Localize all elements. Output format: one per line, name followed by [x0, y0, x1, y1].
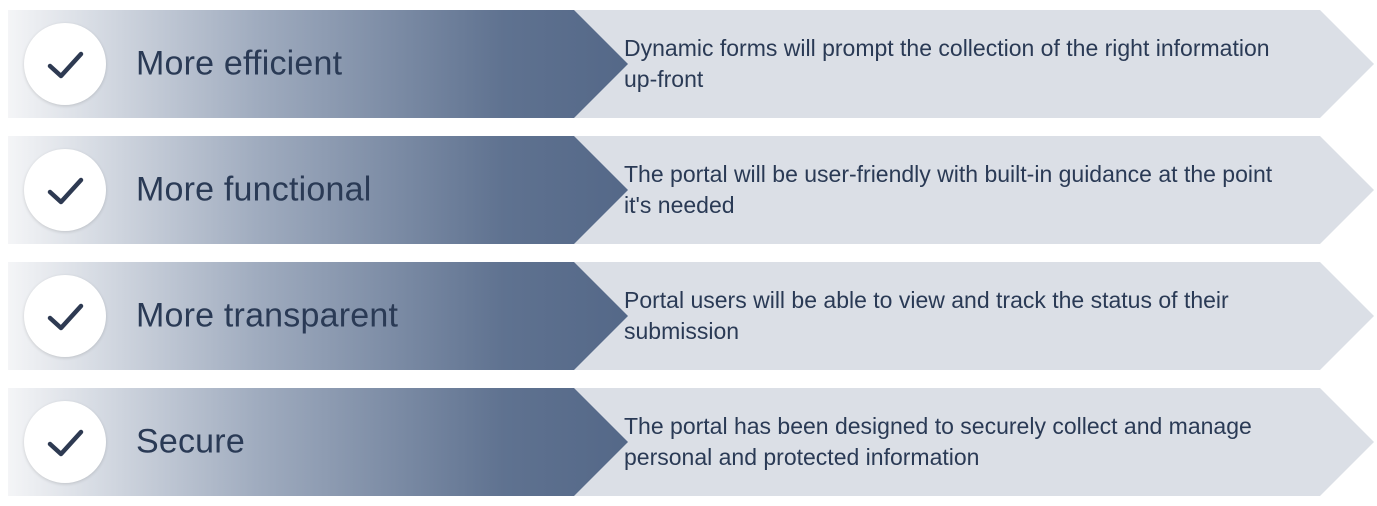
benefit-row: Dynamic forms will prompt the collection… [4, 10, 1377, 118]
check-icon [40, 291, 90, 341]
benefit-title-bar: More efficient [8, 10, 628, 118]
check-badge [24, 275, 106, 357]
benefit-desc: Dynamic forms will prompt the collection… [624, 33, 1294, 95]
check-icon [40, 39, 90, 89]
check-badge [24, 149, 106, 231]
benefit-title-bar: More transparent [8, 262, 628, 370]
benefit-row: The portal will be user-friendly with bu… [4, 136, 1377, 244]
benefit-title: More efficient [136, 45, 342, 84]
benefit-row: The portal has been designed to securely… [4, 388, 1377, 496]
benefit-title: More functional [136, 171, 371, 210]
benefit-desc: The portal has been designed to securely… [624, 411, 1294, 473]
benefit-title-bar: Secure [8, 388, 628, 496]
check-icon [40, 165, 90, 215]
benefit-desc: The portal will be user-friendly with bu… [624, 159, 1294, 221]
check-badge [24, 23, 106, 105]
benefit-title: Secure [136, 423, 245, 462]
benefit-desc: Portal users will be able to view and tr… [624, 285, 1294, 347]
check-icon [40, 417, 90, 467]
benefit-row: Portal users will be able to view and tr… [4, 262, 1377, 370]
check-badge [24, 401, 106, 483]
benefit-list: Dynamic forms will prompt the collection… [0, 0, 1377, 496]
benefit-title: More transparent [136, 297, 398, 336]
benefit-title-bar: More functional [8, 136, 628, 244]
